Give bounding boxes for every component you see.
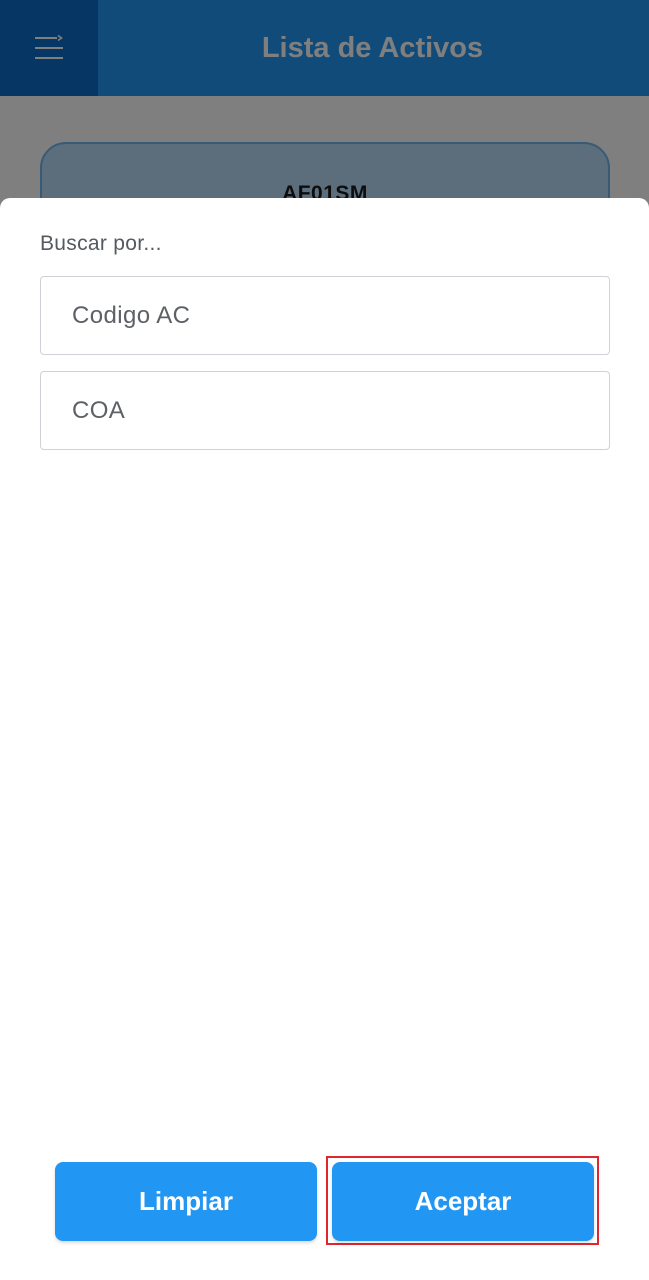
coa-field[interactable] [40,371,610,450]
search-sheet: Buscar por... Limpiar Aceptar [0,198,649,1280]
clear-button[interactable]: Limpiar [55,1162,317,1241]
codigo-ac-input[interactable] [72,301,609,330]
coa-input[interactable] [72,396,609,425]
codigo-ac-field[interactable] [40,276,610,355]
search-by-label: Buscar por... [40,232,162,255]
accept-button[interactable]: Aceptar [332,1162,594,1241]
